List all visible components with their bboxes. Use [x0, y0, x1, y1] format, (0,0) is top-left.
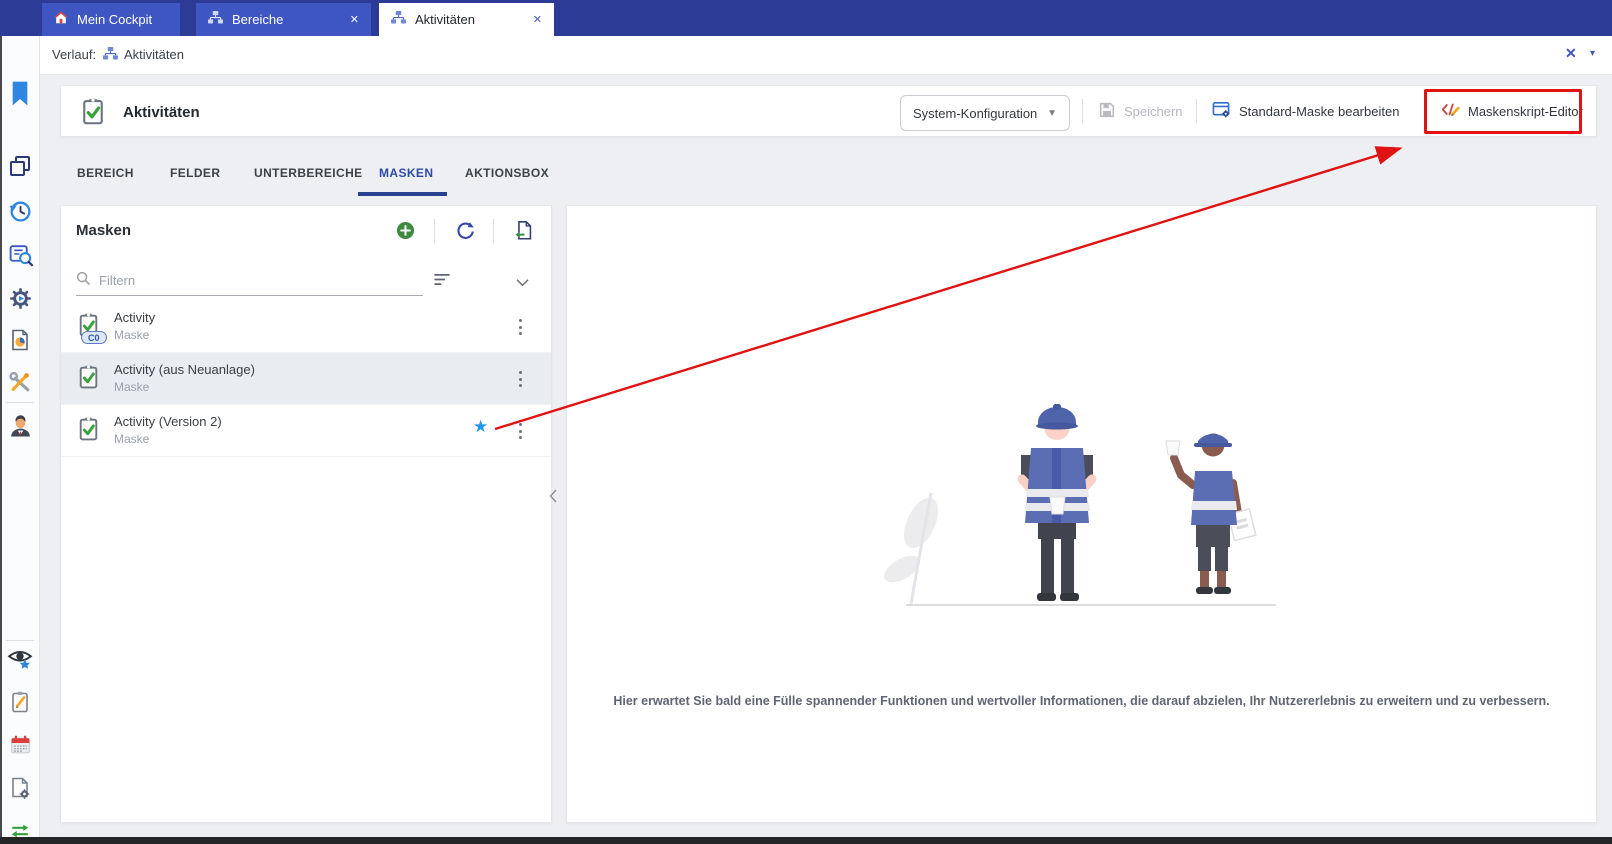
toolbar-divider — [1082, 99, 1083, 123]
caret-down-icon: ▼ — [1047, 108, 1057, 119]
tab-bereiche[interactable]: Bereiche ✕ — [196, 3, 371, 36]
panel-collapse-handle[interactable] — [549, 489, 557, 508]
tab-label: Bereiche — [232, 12, 283, 27]
code-pencil-icon — [1440, 101, 1460, 121]
mask-title: Activity — [114, 310, 155, 325]
home-icon — [54, 11, 68, 28]
tab-aktionsbox[interactable]: AKTIONSBOX — [465, 166, 549, 180]
windows-stack-icon[interactable] — [0, 154, 40, 178]
toolbar-divider — [434, 219, 435, 243]
eye-star-icon[interactable] — [0, 646, 40, 672]
tab-felder[interactable]: FELDER — [170, 166, 220, 180]
edit-default-mask-button[interactable]: Standard-Maske bearbeiten — [1212, 96, 1399, 126]
clipboard-check-icon — [76, 416, 101, 446]
history-label: Verlauf: — [52, 47, 96, 62]
mask-list-item-activity[interactable]: C0 Activity Maske — [61, 301, 551, 353]
edit-clipboard-icon[interactable] — [0, 690, 40, 714]
report-icon[interactable] — [0, 328, 40, 352]
config-select-value: System-Konfiguration — [913, 106, 1037, 121]
close-icon[interactable]: ✕ — [350, 13, 359, 26]
document-gear-icon[interactable] — [0, 776, 40, 800]
left-icon-rail — [0, 36, 40, 837]
mask-subtitle: Maske — [114, 328, 149, 342]
kebab-menu-icon[interactable] — [513, 369, 527, 389]
toolbar-divider — [493, 219, 494, 243]
refresh-icon[interactable] — [455, 220, 476, 246]
star-icon[interactable]: ★ — [473, 417, 488, 437]
user-icon[interactable] — [0, 413, 40, 438]
tab-label: Mein Cockpit — [77, 12, 152, 27]
add-icon[interactable] — [396, 221, 415, 245]
gear-play-icon[interactable] — [0, 286, 40, 311]
chevron-down-icon[interactable] — [516, 274, 529, 292]
mask-script-editor-label: Maskenskript-Editor — [1468, 104, 1583, 119]
window-border — [0, 36, 2, 837]
tab-label: Aktivitäten — [415, 12, 475, 27]
history-icon[interactable] — [0, 198, 40, 223]
search-icon — [76, 271, 91, 291]
rail-divider — [6, 402, 34, 403]
import-page-icon[interactable] — [513, 219, 535, 247]
close-icon[interactable]: ✕ — [533, 13, 542, 26]
sitemap-icon — [208, 11, 223, 28]
calendar-icon[interactable] — [0, 732, 40, 757]
history-item: Aktivitäten — [124, 47, 184, 62]
version-badge: C0 — [81, 331, 107, 344]
clipboard-check-icon — [79, 97, 107, 130]
tab-unterbereiche[interactable]: UNTERBEREICHE — [254, 166, 363, 180]
sort-icon[interactable] — [434, 273, 451, 291]
list-search-icon[interactable] — [0, 242, 40, 267]
window-border — [0, 837, 1612, 844]
page-title: Aktivitäten — [123, 104, 200, 121]
tab-aktivitaeten[interactable]: Aktivitäten ✕ — [379, 3, 554, 36]
close-icon[interactable]: ✕ — [1565, 45, 1577, 62]
tools-icon[interactable] — [0, 369, 40, 394]
filter-input[interactable] — [99, 273, 349, 288]
save-button[interactable]: Speichern — [1098, 96, 1183, 126]
kebab-menu-icon[interactable] — [513, 421, 527, 441]
mask-title: Activity (aus Neuanlage) — [114, 362, 255, 377]
tab-mein-cockpit[interactable]: Mein Cockpit — [42, 3, 180, 36]
mask-list-item-activity-neuanlage[interactable]: Activity (aus Neuanlage) Maske — [61, 353, 551, 405]
content-panel: Hier erwartet Sie bald eine Fülle spanne… — [566, 205, 1597, 823]
filter-field — [76, 266, 423, 296]
app-window: Mein Cockpit Bereiche ✕ Aktivitäten ✕ Ve… — [0, 0, 1612, 844]
kebab-menu-icon[interactable] — [513, 317, 527, 337]
browser-tab-bar: Mein Cockpit Bereiche ✕ Aktivitäten ✕ — [0, 0, 1612, 36]
mask-script-editor-button[interactable]: Maskenskript-Editor — [1440, 96, 1583, 126]
config-select[interactable]: System-Konfiguration ▼ — [900, 95, 1070, 131]
masks-panel: Masken C0 Activit — [60, 205, 552, 823]
mask-subtitle: Maske — [114, 432, 149, 446]
window-gear-icon — [1212, 100, 1231, 122]
rail-divider — [6, 640, 34, 641]
tab-masken[interactable]: MASKEN — [379, 166, 433, 180]
toolbar-divider — [1196, 99, 1197, 123]
save-button-label: Speichern — [1124, 104, 1183, 119]
clipboard-check-icon — [76, 364, 101, 394]
active-tab-underline — [358, 192, 447, 196]
mask-subtitle: Maske — [114, 380, 149, 394]
empty-state-message: Hier erwartet Sie bald eine Fülle spanne… — [567, 694, 1596, 708]
sitemap-icon — [103, 47, 118, 66]
history-bar: Verlauf: Aktivitäten ✕ ▾ — [40, 36, 1612, 75]
empty-state-illustration — [881, 383, 1281, 613]
sitemap-icon — [391, 11, 406, 28]
masks-panel-title: Masken — [76, 222, 131, 239]
floppy-icon — [1098, 101, 1116, 122]
mask-list-item-activity-version-2[interactable]: Activity (Version 2) Maske ★ — [61, 405, 551, 457]
bookmark-icon[interactable] — [0, 79, 40, 108]
mask-title: Activity (Version 2) — [114, 414, 222, 429]
tab-bereich[interactable]: BEREICH — [77, 166, 134, 180]
edit-default-mask-label: Standard-Maske bearbeiten — [1239, 104, 1399, 119]
caret-down-icon[interactable]: ▾ — [1590, 48, 1595, 59]
